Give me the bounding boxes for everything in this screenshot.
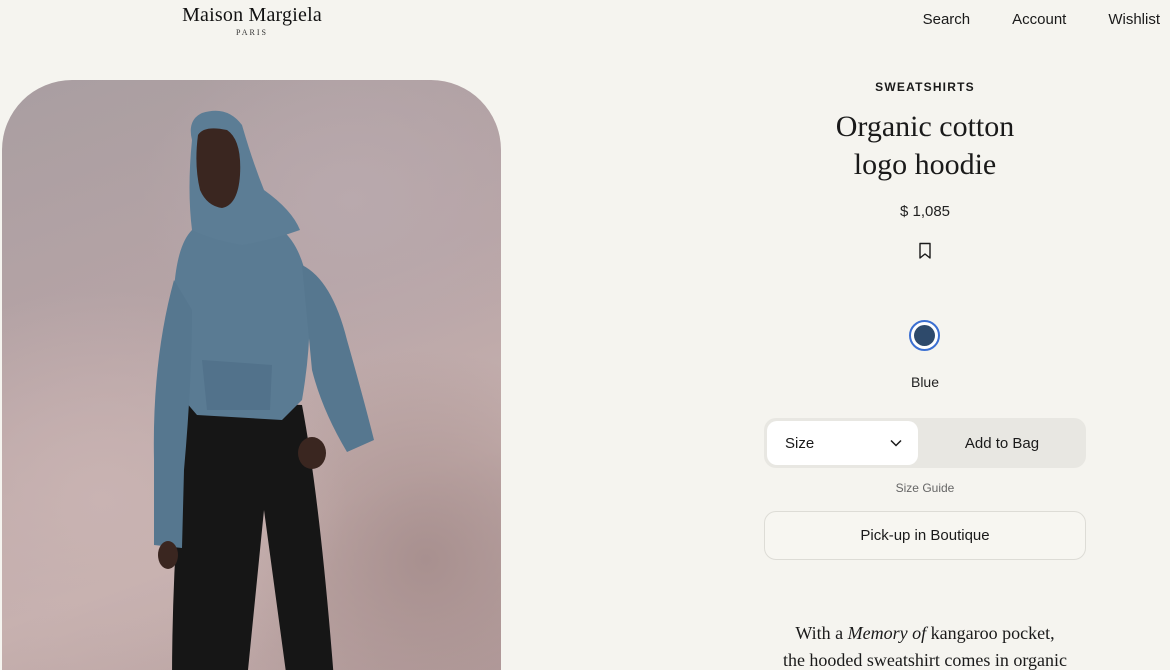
brand-logo[interactable]: Maison Margiela PARIS	[180, 4, 324, 37]
size-guide-link[interactable]: Size Guide	[764, 481, 1086, 495]
product-title-line2: logo hoodie	[853, 148, 997, 181]
pickup-in-boutique-button[interactable]: Pick-up in Boutique	[764, 511, 1086, 560]
model-illustration	[153, 110, 374, 670]
description-text-rest: kangaroo pocket,	[926, 623, 1055, 643]
purchase-bar: Size Add to Bag	[764, 418, 1086, 468]
product-category[interactable]: SWEATSHIRTS	[764, 80, 1086, 94]
size-dropdown-label: Size	[785, 434, 815, 452]
description-text: With a	[795, 623, 848, 643]
nav-search-link[interactable]: Search	[923, 11, 971, 28]
chevron-down-icon	[890, 439, 902, 447]
top-nav: Search Account Wishlist	[923, 11, 1160, 28]
selected-color-label: Blue	[910, 374, 940, 390]
add-to-bag-button[interactable]: Add to Bag	[918, 435, 1086, 452]
product-title-line1: Organic cotton	[835, 110, 1015, 143]
description-text-line2: the hooded sweatshirt comes in organic	[782, 650, 1068, 670]
bookmark-icon[interactable]	[918, 242, 932, 260]
nav-wishlist-link[interactable]: Wishlist	[1108, 11, 1160, 28]
color-swatch-fill	[914, 325, 935, 346]
brand-city: PARIS	[236, 28, 268, 37]
description-italic: Memory of	[847, 623, 927, 643]
product-description: With a Memory of kangaroo pocket, the ho…	[764, 620, 1086, 670]
color-swatch-blue[interactable]	[909, 320, 940, 351]
nav-account-link[interactable]: Account	[1012, 11, 1066, 28]
product-price: $ 1,085	[899, 203, 951, 220]
product-image[interactable]	[2, 80, 501, 670]
size-dropdown[interactable]: Size	[767, 421, 918, 465]
brand-name: Maison Margiela	[182, 4, 322, 26]
product-title: Organic cotton logo hoodie	[764, 108, 1086, 184]
